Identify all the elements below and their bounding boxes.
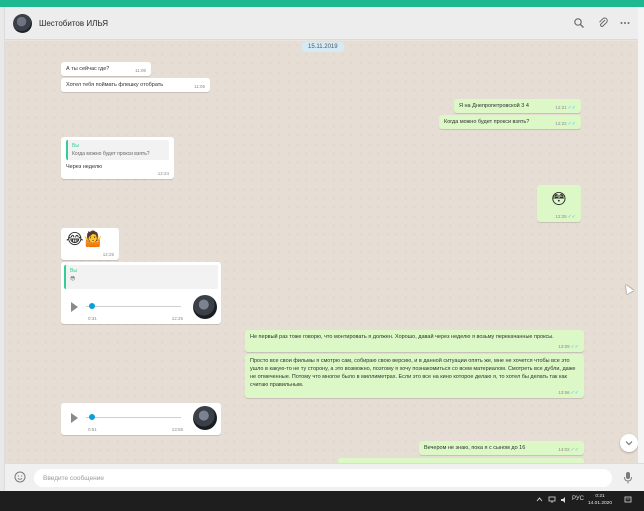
compose-bar: [5, 463, 644, 491]
clock[interactable]: 0:21 14.01.2020: [588, 494, 612, 507]
chat-panel[interactable]: 15.11.2019 А ты сейчас где? 11:06 Хотел …: [5, 41, 644, 463]
voice-progress-track[interactable]: [86, 306, 181, 307]
volume-icon[interactable]: [560, 496, 568, 506]
avatar: [193, 295, 217, 319]
message-incoming[interactable]: А ты сейчас где? 11:06: [61, 62, 151, 76]
voice-progress-track[interactable]: [86, 417, 181, 418]
voice-duration: 0:51: [88, 427, 97, 432]
read-ticks-icon: ✓✓: [570, 447, 579, 453]
read-ticks-icon: ✓✓: [567, 105, 576, 111]
message-time: 11:06: [135, 68, 146, 73]
tray-chevron-icon[interactable]: [536, 496, 543, 505]
os-taskbar: РУС 0:21 14.01.2020: [0, 491, 644, 511]
message-time: 12:22✓✓: [555, 121, 576, 127]
message-incoming-reply[interactable]: Вы Когда можно будет прокси взять? Через…: [61, 137, 174, 179]
message-time: 12:25: [171, 316, 183, 321]
quoted-message[interactable]: Вы Когда можно будет прокси взять?: [66, 140, 169, 160]
read-ticks-icon: ✓✓: [570, 344, 579, 350]
quoted-message[interactable]: Вы 😳: [64, 265, 218, 289]
quote-author: Вы: [70, 268, 77, 274]
voice-progress-knob[interactable]: [89, 303, 95, 309]
notifications-icon[interactable]: [624, 496, 632, 506]
message-text: Не первый раз тоже говорю, что монтирова…: [250, 334, 554, 340]
message-outgoing[interactable]: Не первый раз тоже говорю, что монтирова…: [245, 330, 584, 352]
network-icon[interactable]: [548, 496, 556, 506]
date-divider: 15.11.2019: [302, 42, 344, 52]
message-outgoing[interactable]: Просто все свои фильмы я смотрю сам, соб…: [245, 354, 584, 398]
avatar[interactable]: [13, 14, 32, 33]
window-scrollbar[interactable]: [638, 7, 644, 491]
message-text: Просто все свои фильмы я смотрю сам, соб…: [250, 358, 576, 388]
quote-author: Вы: [72, 143, 79, 149]
message-outgoing[interactable]: Я на Днепропетровской 3 4 12:21✓✓: [454, 99, 581, 113]
message-text: Я на Днепропетровской 3 4: [459, 103, 529, 109]
search-icon[interactable]: [573, 17, 585, 29]
microphone-icon[interactable]: [623, 471, 633, 488]
window-accent-bar: [0, 0, 644, 7]
flushed-emoji-icon: 😳: [551, 191, 567, 208]
message-time: 12:24: [157, 171, 169, 176]
message-text: Когда можно будет прокси взять?: [444, 119, 530, 125]
more-icon[interactable]: [619, 17, 631, 29]
message-input[interactable]: [34, 469, 612, 487]
message-text: Хотел тебя поймать флешку отобрать: [66, 82, 164, 88]
clock-date: 14.01.2020: [588, 500, 613, 506]
message-time: 11:06: [194, 84, 205, 89]
message-incoming-voice[interactable]: 0:51 13:55: [61, 403, 221, 435]
emoji-icon[interactable]: [14, 471, 26, 487]
avatar: [193, 406, 217, 430]
play-icon[interactable]: [71, 413, 78, 423]
laughing-shrug-emoji-icon: 😂🤷: [66, 231, 103, 248]
voice-duration: 0:31: [88, 316, 97, 321]
message-incoming-emoji[interactable]: 😂🤷 12:25: [61, 228, 119, 260]
message-text: Через неделю: [66, 164, 103, 170]
quote-text: Когда можно будет прокси взять?: [72, 151, 150, 157]
message-time: 12:25✓✓: [555, 214, 576, 220]
message-outgoing[interactable]: Вечером не знаю, пока я с сыном до 16 14…: [419, 441, 584, 455]
message-time: 14:02✓✓: [558, 447, 579, 453]
read-ticks-icon: ✓✓: [570, 390, 579, 396]
message-incoming-voice-reply[interactable]: Вы 😳 0:31 12:25: [61, 262, 221, 324]
message-time: 12:25: [102, 252, 114, 257]
play-icon[interactable]: [71, 302, 78, 312]
message-time: 13:55: [171, 427, 183, 432]
message-outgoing[interactable]: Когда можно будет прокси взять? 12:22✓✓: [439, 115, 581, 129]
message-time: 13:56✓✓: [558, 390, 579, 396]
message-incoming[interactable]: Хотел тебя поймать флешку отобрать 11:06: [61, 78, 210, 92]
read-ticks-icon: ✓✓: [567, 214, 576, 220]
paperclip-icon[interactable]: [597, 17, 609, 29]
read-ticks-icon: ✓✓: [567, 121, 576, 127]
contact-name[interactable]: Шестобитов ИЛЬЯ: [39, 19, 108, 28]
message-text: А ты сейчас где?: [66, 66, 110, 72]
chat-header: Шестобитов ИЛЬЯ: [5, 7, 644, 40]
quote-emoji: 😳: [70, 276, 76, 282]
message-outgoing-emoji[interactable]: 😳 12:25✓✓: [537, 185, 581, 222]
message-time: 12:21✓✓: [555, 105, 576, 111]
scroll-down-button[interactable]: [620, 434, 638, 452]
message-text: Вечером не знаю, пока я с сыном до 16: [424, 445, 526, 451]
language-indicator[interactable]: РУС: [572, 496, 584, 502]
message-time: 13:09✓✓: [558, 344, 579, 350]
voice-progress-knob[interactable]: [89, 414, 95, 420]
